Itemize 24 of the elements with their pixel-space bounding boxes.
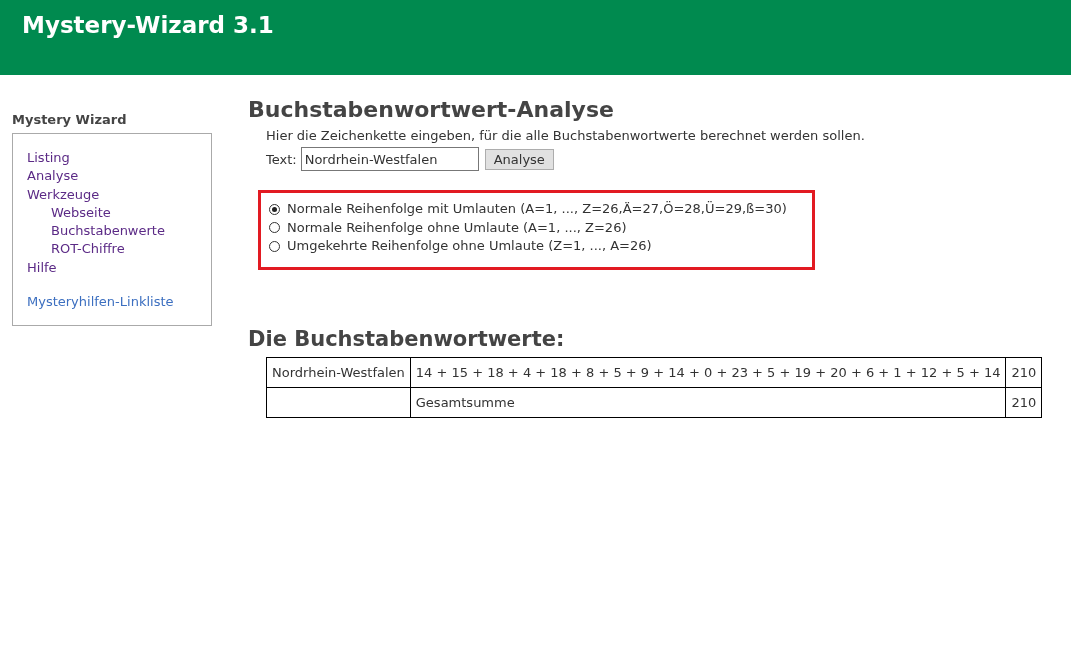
total-label-cell: Gesamtsumme (410, 387, 1006, 417)
nav-link[interactable]: Hilfe (27, 258, 57, 278)
option-label: Umgekehrte Reihenfolge ohne Umlaute (Z=1, ..., A=26) (287, 237, 652, 255)
sidebar-title: Mystery Wizard (12, 112, 127, 127)
nav-link[interactable]: Buchstabenwerte (51, 222, 165, 241)
nav-link[interactable]: Listing (27, 149, 70, 168)
sum-cell: 210 (1006, 357, 1042, 387)
option-label: Normale Reihenfolge mit Umlauten (A=1, ..., Z=26,Ä=27,Ö=28,Ü=29,ß=30) (287, 200, 787, 218)
analyse-button[interactable]: Analyse (484, 148, 554, 170)
option-label: Normale Reihenfolge ohne Umlaute (A=1, ..., Z=26) (287, 218, 627, 237)
nav-link[interactable]: Webseite (51, 203, 111, 223)
field-label: Text: (266, 151, 297, 167)
nav-link[interactable]: Werkzeuge (27, 185, 100, 204)
terms-cell: 14 + 15 + 18 + 4 + 18 + 8 + 5 + 9 + 14 + 0 + 23 + 5 + 19 + 20 + 6 + 1 + 12 + 5 + 14 (410, 357, 1006, 387)
instruction-text: Hier die Zeichenkette eingeben, für die alle Buchstabenwortwerte berechnet werden sollen. (266, 128, 865, 143)
text-input-field[interactable]: Nordrhein-Westfalen (300, 147, 479, 171)
site-title: Mystery-Wizard 3.1 (22, 12, 274, 38)
results-heading: Die Buchstabenwortwerte: (248, 326, 565, 351)
nav-link[interactable]: Mysteryhilfen-Linkliste (27, 293, 174, 312)
page-heading: Buchstabenwortwert-Analyse (248, 97, 614, 122)
word-cell: Nordrhein-Westfalen (266, 357, 411, 387)
nav-link[interactable]: Analyse (27, 167, 79, 186)
sum-cell: 210 (1006, 387, 1042, 417)
nav-link[interactable]: ROT-Chiffre (51, 240, 125, 259)
